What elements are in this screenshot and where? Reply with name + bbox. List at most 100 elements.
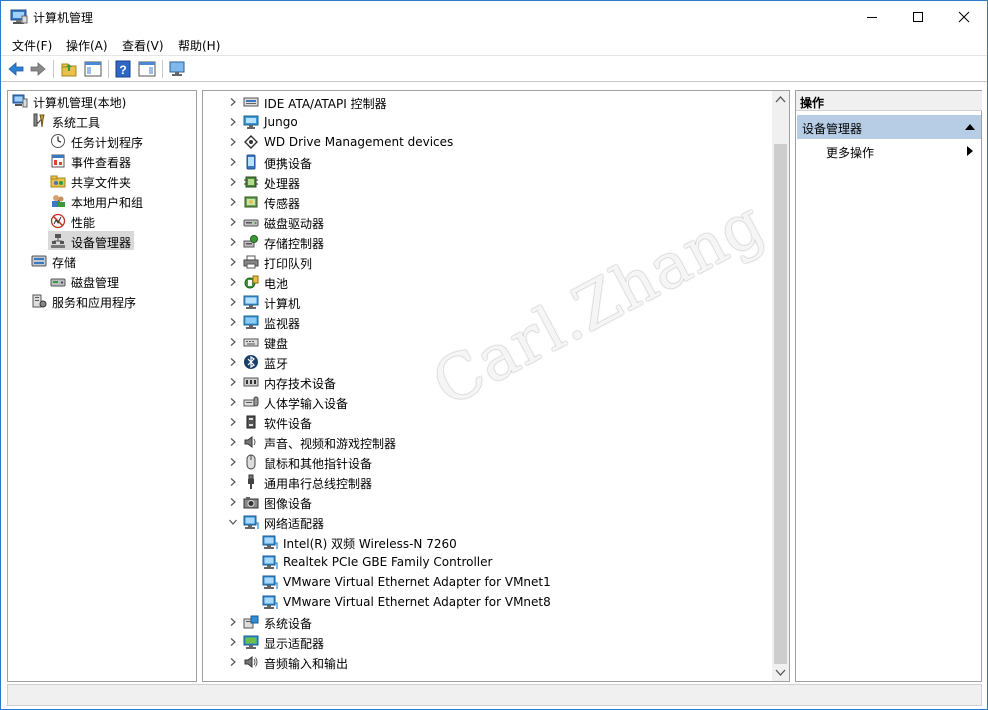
tree-row[interactable]: 显示适配器 (203, 632, 771, 652)
show-hide-action-pane-button[interactable] (137, 59, 157, 79)
chevron-down-icon[interactable] (228, 517, 238, 527)
computer-management-app-icon (10, 9, 28, 25)
scan-hardware-button[interactable] (167, 59, 187, 79)
tree-row[interactable]: 蓝牙 (203, 352, 771, 372)
tree-row[interactable]: 服务和应用程序 (8, 291, 194, 311)
window-title: 计算机管理 (33, 11, 94, 25)
close-button[interactable] (941, 1, 987, 32)
tree-row[interactable]: 键盘 (203, 332, 771, 352)
chevron-right-icon[interactable] (228, 477, 238, 487)
tree-row[interactable]: 网络适配器 (203, 512, 771, 532)
tree-row[interactable]: 鼠标和其他指针设备 (203, 452, 771, 472)
help-button[interactable]: ? (113, 59, 133, 79)
console-tree-pane[interactable]: 计算机管理(本地) 系统工具 任务计划程序 事件查看器 共享文件夹 本地用户和组 性能 设备管… (7, 90, 197, 682)
tree-row[interactable]: 性能 (8, 211, 194, 231)
chevron-right-icon[interactable] (228, 377, 238, 387)
tree-row[interactable]: 系统工具 (8, 111, 194, 131)
tree-row[interactable]: 打印队列 (203, 252, 771, 272)
vertical-scrollbar[interactable] (772, 91, 789, 681)
back-button[interactable] (6, 59, 26, 79)
chevron-right-icon[interactable] (228, 357, 238, 367)
title-bar[interactable]: 计算机管理 (1, 1, 987, 32)
tree-row[interactable]: 电池 (203, 272, 771, 292)
tree-item-label: 传感器 (264, 197, 301, 211)
chevron-right-icon[interactable] (228, 97, 238, 107)
forward-button[interactable] (28, 59, 48, 79)
tree-row[interactable]: 内存技术设备 (203, 372, 771, 392)
menu-view[interactable]: 查看(V) (122, 37, 164, 54)
tree-row[interactable]: 存储 (8, 251, 194, 271)
tree-row[interactable]: VMware Virtual Ethernet Adapter for VMne… (203, 572, 771, 592)
scroll-up-icon[interactable] (775, 95, 786, 103)
up-folder-button[interactable] (59, 59, 79, 79)
sensor-icon (244, 196, 258, 208)
tree-row[interactable]: 传感器 (203, 192, 771, 212)
tree-row[interactable]: 处理器 (203, 172, 771, 192)
chevron-right-icon[interactable] (228, 257, 238, 267)
chevron-right-icon[interactable] (228, 617, 238, 627)
tree-row[interactable]: 计算机管理(本地) (8, 91, 194, 111)
tree-row[interactable]: Intel(R) 双频 Wireless-N 7260 (203, 532, 771, 552)
chevron-right-icon[interactable] (228, 117, 238, 127)
tree-row[interactable]: 设备管理器 (8, 231, 194, 251)
chevron-right-icon[interactable] (228, 177, 238, 187)
chevron-right-icon[interactable] (228, 297, 238, 307)
chevron-right-icon[interactable] (228, 637, 238, 647)
maximize-icon (913, 11, 923, 22)
tree-row[interactable]: 共享文件夹 (8, 171, 194, 191)
tree-row[interactable]: 事件查看器 (8, 151, 194, 171)
tree-row[interactable]: 图像设备 (203, 492, 771, 512)
tree-row[interactable]: Jungo (203, 112, 771, 132)
chevron-right-icon[interactable] (228, 437, 238, 447)
chevron-right-icon[interactable] (228, 137, 238, 147)
maximize-button[interactable] (895, 1, 941, 32)
chevron-right-icon[interactable] (228, 397, 238, 407)
tree-row[interactable]: VMware Virtual Ethernet Adapter for VMne… (203, 592, 771, 612)
tree-row[interactable]: IDE ATA/ATAPI 控制器 (203, 92, 771, 112)
menu-file[interactable]: 文件(F) (12, 37, 52, 54)
show-hide-tree-button[interactable] (83, 59, 103, 79)
chevron-right-icon[interactable] (228, 237, 238, 247)
tree-row[interactable]: 音频输入和输出 (203, 652, 771, 672)
chevron-right-icon[interactable] (228, 317, 238, 327)
minimize-button[interactable] (849, 1, 895, 32)
tree-item-label: Jungo (264, 115, 298, 129)
actions-section-label: 设备管理器 (802, 122, 863, 136)
tree-row[interactable]: 声音、视频和游戏控制器 (203, 432, 771, 452)
chevron-right-icon[interactable] (228, 337, 238, 347)
chevron-right-icon[interactable] (228, 457, 238, 467)
chevron-right-icon[interactable] (228, 277, 238, 287)
disk-drive-icon (243, 219, 259, 227)
device-tree-pane[interactable]: IDE ATA/ATAPI 控制器 Jungo WD Drive Managemen… (202, 90, 790, 682)
tree-row[interactable]: 人体学输入设备 (203, 392, 771, 412)
scroll-down-icon[interactable] (775, 669, 786, 677)
tree-row[interactable]: 系统设备 (203, 612, 771, 632)
actions-section-device-manager[interactable]: 设备管理器 (797, 115, 981, 139)
chevron-right-icon[interactable] (228, 157, 238, 167)
chevron-right-icon[interactable] (228, 657, 238, 667)
tree-row[interactable]: Realtek PCIe GBE Family Controller (203, 552, 771, 572)
tree-row[interactable]: 存储控制器 (203, 232, 771, 252)
tree-row[interactable]: 监视器 (203, 312, 771, 332)
tree-row[interactable]: 任务计划程序 (8, 131, 194, 151)
tree-row[interactable]: 软件设备 (203, 412, 771, 432)
collapse-up-icon[interactable] (965, 123, 975, 130)
tree-row[interactable]: 磁盘驱动器 (203, 212, 771, 232)
tree-row[interactable]: 本地用户和组 (8, 191, 194, 211)
chevron-right-icon[interactable] (228, 417, 238, 427)
more-actions-item[interactable]: 更多操作 (826, 144, 874, 161)
scrollbar-thumb[interactable] (774, 144, 787, 664)
tree-row[interactable]: 通用串行总线控制器 (203, 472, 771, 492)
tree-row[interactable]: 便携设备 (203, 152, 771, 172)
chevron-right-icon[interactable] (228, 197, 238, 207)
tree-row[interactable]: 磁盘管理 (8, 271, 194, 291)
tree-row[interactable]: WD Drive Management devices (203, 132, 771, 152)
menu-action[interactable]: 操作(A) (66, 37, 108, 54)
chevron-right-icon[interactable] (228, 497, 238, 507)
action-pane-icon (138, 61, 156, 77)
menu-help[interactable]: 帮助(H) (178, 37, 220, 54)
storage-controller-icon (243, 235, 258, 248)
tree-row[interactable]: 计算机 (203, 292, 771, 312)
network-adapter-icon (262, 535, 278, 549)
chevron-right-icon[interactable] (228, 217, 238, 227)
